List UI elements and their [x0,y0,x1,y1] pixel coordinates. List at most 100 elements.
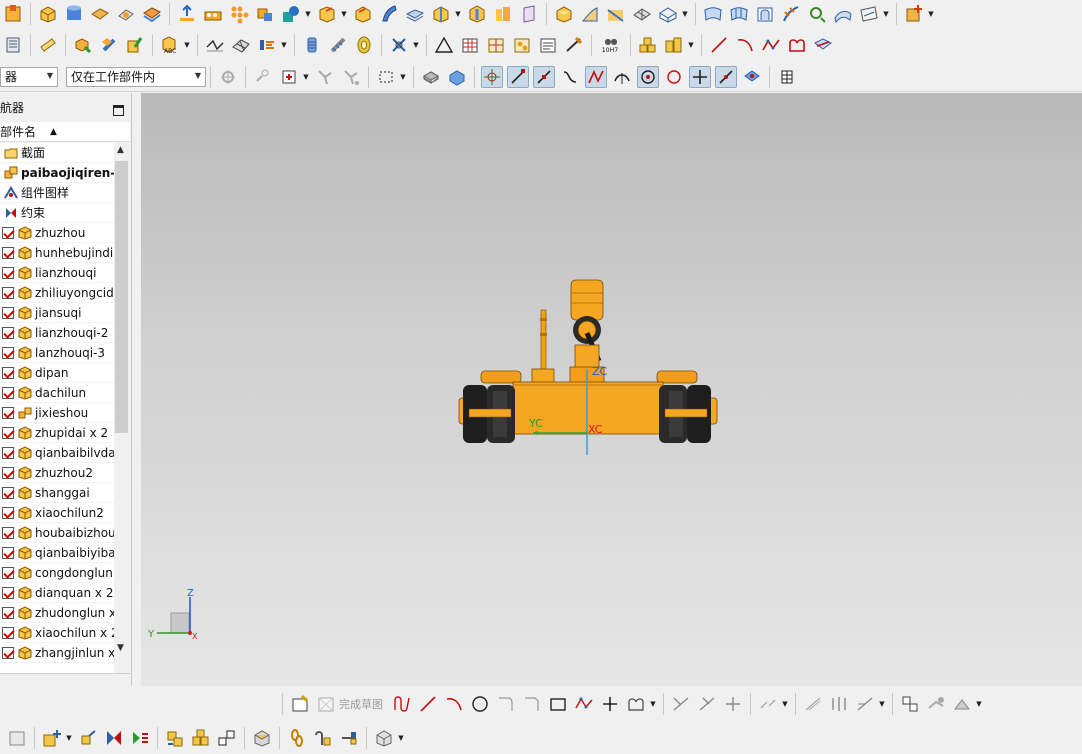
mid-point-icon[interactable] [533,65,555,88]
offset-icon[interactable] [757,693,779,715]
offset-face-icon[interactable] [404,3,426,25]
dropdown-arrow[interactable]: ▼ [399,73,407,81]
tree-row[interactable]: qianbaibiyiban [0,543,114,563]
visibility-checkbox[interactable] [2,626,14,639]
mirror-curve-icon[interactable] [828,693,850,715]
add-component-icon[interactable] [41,727,63,749]
circle-center-icon[interactable] [637,65,659,88]
tree-row[interactable]: xiaochilun2 [0,503,114,523]
tree-row[interactable]: lianzhouqi [0,263,114,283]
sphere-icon[interactable] [115,3,137,25]
control-point-icon[interactable] [559,66,581,88]
point-on-curve-icon[interactable] [715,65,737,88]
grid-icon[interactable] [485,34,507,56]
profile-icon[interactable] [391,693,413,715]
scroll-down-icon[interactable]: ▼ [117,643,124,653]
offset-curve-icon[interactable] [625,693,647,715]
pattern-icon[interactable] [202,3,224,25]
general-selection-icon[interactable] [252,66,274,88]
note-icon[interactable] [37,34,59,56]
dropdown-arrow[interactable]: ▼ [975,700,983,708]
datum-plane-icon[interactable] [553,3,575,25]
sew-icon[interactable] [780,3,802,25]
dropdown-arrow[interactable]: ▼ [878,700,886,708]
split-body-icon[interactable] [492,3,514,25]
dimension-10h7-icon[interactable]: 10H7 [598,34,624,56]
dimension-icon[interactable] [854,693,876,715]
visibility-checkbox[interactable] [2,226,14,239]
dropdown-arrow[interactable]: ▼ [280,41,288,49]
maximize-icon[interactable] [113,105,124,116]
visibility-checkbox[interactable] [2,306,14,319]
column-header[interactable]: 部件名 ▲ [0,122,130,142]
add-feature-icon[interactable] [903,3,925,25]
robot-model[interactable] [458,279,718,443]
visibility-checkbox[interactable] [2,646,14,659]
explode-icon[interactable] [216,727,238,749]
text-icon[interactable]: ABC [159,34,181,56]
tree-row[interactable]: zhuzhou [0,223,114,243]
visibility-checkbox[interactable] [2,346,14,359]
trim-body-icon[interactable] [466,3,488,25]
selection-scope-select[interactable]: 仅在工作部件内 ▼ [66,66,206,87]
styled-sweep-icon[interactable] [858,3,880,25]
stack-icon[interactable] [637,34,659,56]
visibility-checkbox[interactable] [2,566,14,579]
visibility-checkbox[interactable] [2,486,14,499]
surface-tools-icon[interactable] [230,34,252,56]
arc-icon[interactable] [734,34,756,56]
mirror-assembly-icon[interactable] [129,727,151,749]
dropdown-arrow[interactable]: ▼ [927,10,935,18]
quick-extend-icon[interactable] [696,693,718,715]
tree-row[interactable]: lianzhouqi-2 [0,323,114,343]
tree-row[interactable]: zhupidai x 2 [0,423,114,443]
visibility-checkbox[interactable] [2,286,14,299]
sweep-icon[interactable] [657,3,679,25]
dropdown-arrow[interactable]: ▼ [882,10,890,18]
visibility-checkbox[interactable] [2,606,14,619]
replace-icon[interactable] [312,727,334,749]
model-canvas[interactable]: ZC YC XC Z Y X [141,93,1082,686]
select-region-icon[interactable] [278,66,300,88]
dropdown-arrow[interactable]: ▼ [781,700,789,708]
tree-row[interactable]: xiaochilun x 2 [0,623,114,643]
navigator-horizontal-scrollbar[interactable] [0,673,130,681]
visibility-checkbox[interactable] [2,506,14,519]
visibility-checkbox[interactable] [2,366,14,379]
tree-row[interactable]: zhangjinlun x 2 [0,643,114,663]
finish-sketch-label[interactable]: 完成草图 [339,696,383,712]
clearance-icon[interactable] [251,727,273,749]
visibility-checkbox[interactable] [2,406,14,419]
datum-csys-icon[interactable] [579,3,601,25]
more-icon[interactable] [373,727,395,749]
visibility-checkbox[interactable] [2,466,14,479]
visibility-checkbox[interactable] [2,246,14,259]
tree-row[interactable]: shanggai [0,483,114,503]
wheel-icon[interactable] [353,34,375,56]
snap-point-icon[interactable] [481,65,503,88]
thicken-icon[interactable] [430,3,452,25]
visibility-checkbox[interactable] [2,586,14,599]
visibility-checkbox[interactable] [2,266,14,279]
cylinder-icon[interactable] [63,3,85,25]
tree-row[interactable]: zhiliuyongcidian [0,283,114,303]
point-on-surface-icon[interactable] [741,66,763,88]
line-icon[interactable] [708,34,730,56]
visibility-checkbox[interactable] [2,426,14,439]
block-icon[interactable] [37,3,59,25]
shell-icon[interactable] [352,3,374,25]
existing-point-icon[interactable] [689,65,711,88]
constraint-icon[interactable] [98,34,120,56]
solid-body-icon[interactable] [420,66,442,88]
curve-tools-icon[interactable] [204,34,226,56]
constraint-icon[interactable] [103,727,125,749]
visibility-checkbox[interactable] [2,386,14,399]
visibility-checkbox[interactable] [2,546,14,559]
filter-icon[interactable] [217,66,239,88]
graphics-viewport[interactable]: ZC YC XC Z Y X [141,93,1082,686]
rectangle-select-icon[interactable] [375,66,397,88]
navigator-vertical-scrollbar[interactable]: ▲ ▼ [114,143,130,653]
clearance-icon[interactable] [388,34,410,56]
dropdown-arrow[interactable]: ▼ [65,734,73,742]
rectangle-icon[interactable] [547,693,569,715]
